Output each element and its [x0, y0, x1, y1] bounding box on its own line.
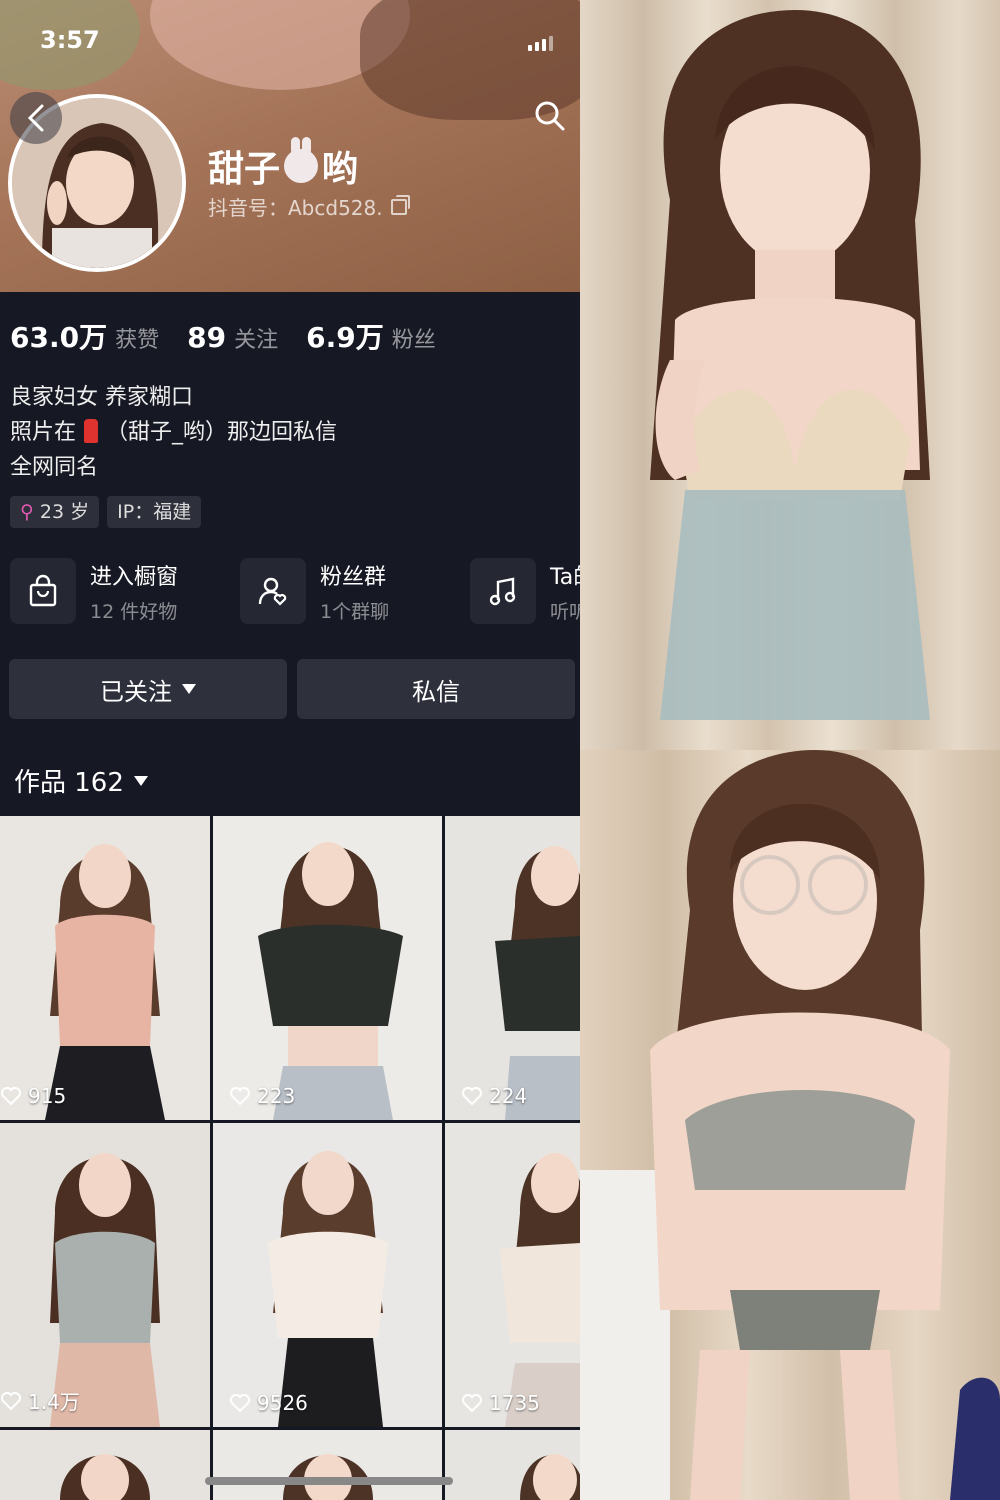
feature-row: 进入橱窗 12 件好物 粉丝群 1个群聊 Ta的听听t	[10, 558, 580, 624]
bio-line: 良家妇女 养家糊口	[10, 385, 193, 410]
video-thumbnail[interactable]: 915	[0, 816, 210, 1120]
profile-name-text: 甜子	[208, 149, 281, 190]
like-count: 224	[461, 1084, 527, 1108]
heart-icon	[462, 1394, 482, 1413]
feature-subtitle: 1个群聊	[320, 600, 390, 623]
works-tab[interactable]: 作品 162	[14, 762, 148, 799]
video-thumbnail[interactable]: 9526	[213, 1123, 442, 1427]
profile-header: 3:57 甜子 哟 抖音号：Abcd528.	[0, 0, 580, 292]
status-time: 3:57	[40, 26, 100, 54]
works-label: 作品 162	[14, 768, 124, 798]
age-text: 23 岁	[39, 501, 90, 523]
bio-text: 照片在	[10, 420, 77, 445]
feature-fans-group[interactable]: 粉丝群 1个群聊	[240, 558, 450, 624]
video-thumbnail[interactable]: 1.4万	[0, 1123, 210, 1427]
heart-icon	[1, 1087, 21, 1106]
feature-subtitle: 12 件好物	[90, 600, 178, 623]
fans-group-icon	[240, 558, 306, 624]
followed-button[interactable]: 已关注	[9, 659, 287, 719]
chevron-left-icon	[27, 104, 44, 132]
profile-stats: 63.0万 获赞 89 关注 6.9万 粉丝	[10, 316, 436, 356]
caret-down-icon	[133, 775, 148, 786]
like-count: 915	[0, 1084, 66, 1108]
like-value: 9526	[257, 1391, 308, 1415]
signal-icon	[528, 36, 553, 51]
stat-likes[interactable]: 63.0万 获赞	[10, 316, 159, 356]
profile-screen: 3:57 甜子 哟 抖音号：Abcd528. 63.0万 获赞 89 关注 6.…	[0, 0, 580, 1500]
like-value: 1.4万	[28, 1390, 80, 1414]
feature-title: 进入橱窗	[90, 564, 179, 590]
profile-name: 甜子 哟	[208, 137, 359, 192]
video-thumbnail[interactable]	[0, 1430, 210, 1500]
feature-shop-window[interactable]: 进入橱窗 12 件好物	[10, 558, 220, 624]
bio-text: （甜子_哟）那边回私信	[106, 420, 338, 445]
message-label: 私信	[412, 677, 460, 706]
photo-top	[580, 0, 1000, 750]
music-note-icon	[470, 558, 536, 624]
stat-label: 粉丝	[391, 328, 436, 353]
like-count: 1.4万	[0, 1386, 80, 1415]
ip-text: IP：福建	[117, 501, 192, 523]
like-count: 1735	[461, 1391, 540, 1415]
video-thumbnail[interactable]: 224	[445, 816, 580, 1120]
rabbit-icon	[284, 137, 319, 183]
like-count: 9526	[229, 1391, 308, 1415]
stat-followers[interactable]: 6.9万 粉丝	[306, 316, 436, 356]
ip-tag: IP：福建	[107, 496, 202, 528]
scarf-icon	[84, 419, 99, 443]
heart-icon	[1, 1391, 21, 1410]
stat-label: 关注	[234, 328, 279, 353]
feature-title: Ta的	[550, 564, 580, 590]
works-grid: 915 223 224 1.4万 9526 1735	[0, 816, 580, 1500]
search-button[interactable]	[530, 96, 570, 136]
stat-value: 63.0万	[10, 321, 108, 354]
stat-value: 6.9万	[306, 321, 384, 354]
heart-icon	[230, 1394, 250, 1413]
followed-label: 已关注	[100, 677, 172, 706]
feature-subtitle: 听听t	[550, 600, 580, 623]
feature-title: 粉丝群	[320, 564, 387, 590]
back-button[interactable]	[10, 92, 62, 144]
stat-label: 获赞	[115, 328, 160, 353]
like-value: 915	[28, 1084, 67, 1108]
like-value: 223	[257, 1084, 296, 1108]
douyin-id-text: 抖音号：Abcd528.	[208, 196, 383, 220]
profile-bio: 良家妇女 养家糊口 照片在 （甜子_哟）那边回私信 全网同名	[10, 380, 337, 485]
profile-tags: ⚲ 23 岁 IP：福建	[10, 496, 202, 528]
shopping-bag-icon	[10, 558, 76, 624]
profile-name-suffix: 哟	[322, 149, 359, 190]
home-indicator[interactable]	[205, 1477, 453, 1485]
copy-icon[interactable]	[390, 194, 410, 215]
video-thumbnail[interactable]: 1735	[445, 1123, 580, 1427]
gender-icon: ⚲	[20, 501, 34, 523]
douyin-id[interactable]: 抖音号：Abcd528.	[208, 192, 410, 221]
stat-value: 89	[187, 321, 227, 354]
stat-following[interactable]: 89 关注	[187, 321, 278, 354]
message-button[interactable]: 私信	[297, 659, 575, 719]
like-value: 224	[489, 1084, 528, 1108]
feature-music[interactable]: Ta的听听t	[470, 558, 580, 624]
age-tag: ⚲ 23 岁	[10, 496, 100, 528]
search-icon	[535, 101, 565, 131]
video-thumbnail[interactable]	[213, 1430, 442, 1500]
video-thumbnail[interactable]	[445, 1430, 580, 1500]
video-thumbnail[interactable]: 223	[213, 816, 442, 1120]
caret-down-icon	[182, 684, 196, 694]
photo-bottom	[580, 750, 1000, 1500]
heart-icon	[462, 1087, 482, 1106]
heart-icon	[230, 1087, 250, 1106]
like-value: 1735	[489, 1391, 540, 1415]
profile-actions: 已关注 私信	[9, 659, 575, 719]
like-count: 223	[229, 1084, 295, 1108]
bio-line: 全网同名	[10, 455, 99, 480]
bio-line: 照片在 （甜子_哟）那边回私信	[10, 415, 337, 450]
